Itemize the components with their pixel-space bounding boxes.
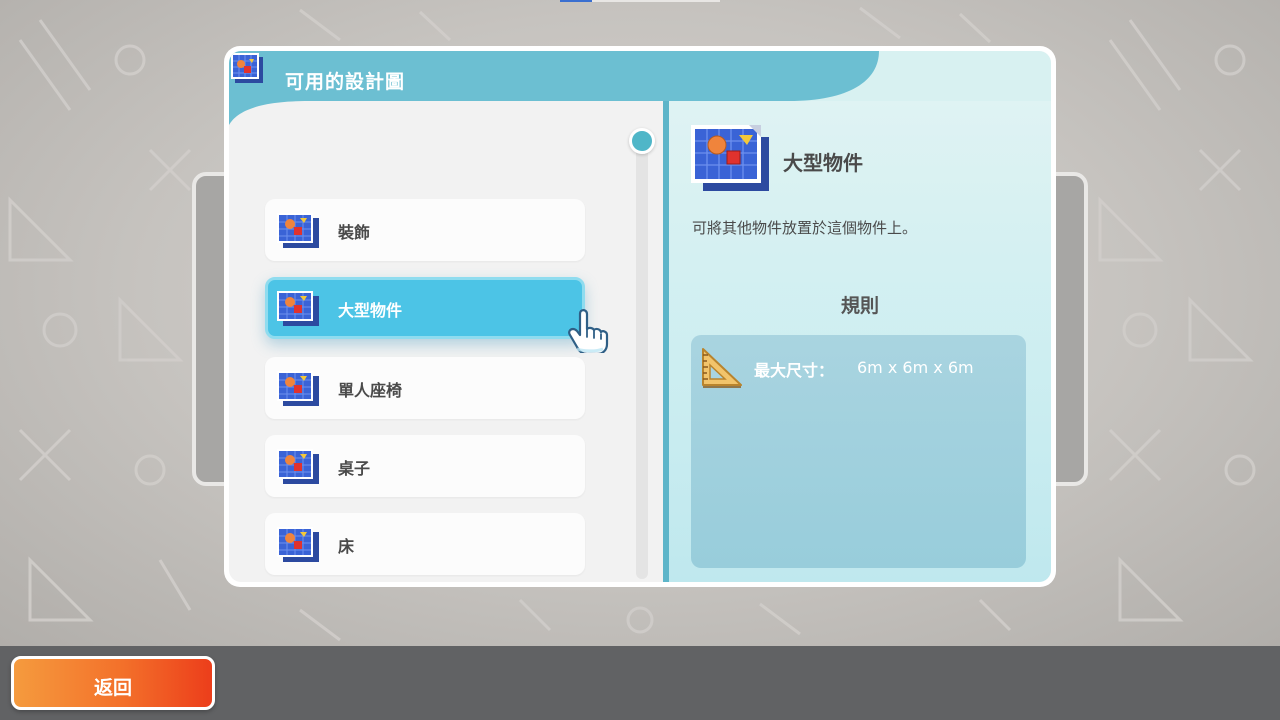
list-item-bed[interactable]: 床 <box>265 513 585 575</box>
list-item-label: 單人座椅 <box>338 381 403 400</box>
detail-panel: 大型物件 可將其他物件放置於這個物件上。 規則 最大尺寸： 6m x 6m x … <box>669 101 1051 582</box>
blueprint-dialog: 可用的設計圖 裝飾 大型物件 單人座椅 桌子 床 大型物件 可將其他物件放置於這… <box>224 46 1056 587</box>
back-button[interactable]: 返回 <box>11 656 215 710</box>
rules-heading: 規則 <box>840 295 879 317</box>
list-item-label: 大型物件 <box>338 301 403 320</box>
blueprint-list: 裝飾 大型物件 單人座椅 桌子 床 <box>229 101 663 582</box>
list-item-label: 桌子 <box>338 459 371 478</box>
blueprint-icon <box>277 371 319 406</box>
blueprint-icon <box>277 213 319 248</box>
set-square-ruler-icon <box>702 348 742 388</box>
rules-box: 最大尺寸： 6m x 6m x 6m <box>691 335 1026 568</box>
list-item-table[interactable]: 桌子 <box>265 435 585 497</box>
list-scrollbar-thumb[interactable] <box>629 128 655 154</box>
list-scrollbar-track[interactable] <box>636 141 648 579</box>
top-tab-indicator <box>560 0 720 2</box>
detail-title: 大型物件 <box>783 151 863 175</box>
list-item-large-object[interactable]: 大型物件 <box>265 277 585 339</box>
dialog-body: 可用的設計圖 裝飾 大型物件 單人座椅 桌子 床 大型物件 可將其他物件放置於這… <box>229 51 1051 582</box>
list-item-label: 裝飾 <box>338 223 371 242</box>
list-item-single-chair[interactable]: 單人座椅 <box>265 357 585 419</box>
blueprint-icon <box>277 527 319 562</box>
blueprint-icon <box>691 125 769 191</box>
back-button-label: 返回 <box>93 677 132 699</box>
pointing-hand-icon <box>568 309 609 353</box>
blueprint-icon <box>231 53 263 83</box>
list-item-label: 床 <box>338 537 355 556</box>
list-item-decoration[interactable]: 裝飾 <box>265 199 585 261</box>
blueprint-icon <box>277 291 319 326</box>
detail-description: 可將其他物件放置於這個物件上。 <box>692 219 918 237</box>
dialog-title: 可用的設計圖 <box>285 71 406 93</box>
rule-value-max-size: 6m x 6m x 6m <box>857 358 974 377</box>
blueprint-icon <box>277 449 319 484</box>
rule-label-max-size: 最大尺寸： <box>754 361 835 380</box>
